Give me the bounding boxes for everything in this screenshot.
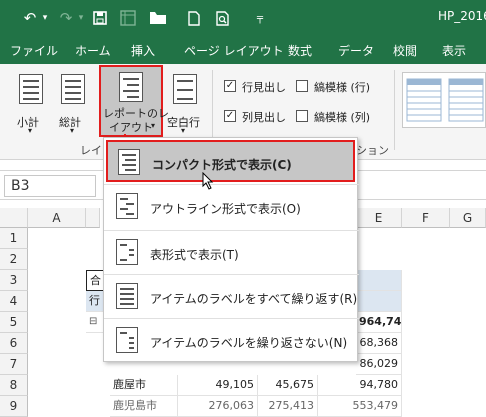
blank-rows-button[interactable]: 空白行 ▾ — [165, 70, 205, 135]
tab-file[interactable]: ファイル — [10, 42, 58, 59]
menu-divider — [104, 274, 359, 275]
chevron-down-icon: ▾ — [28, 126, 33, 135]
chevron-down-icon: ▾ — [181, 126, 186, 135]
tab-data[interactable]: データ — [338, 42, 374, 59]
column-headers-checkbox[interactable]: ✓ — [224, 110, 236, 122]
cell-b8[interactable]: 鹿屋市 — [110, 375, 178, 396]
row-header-7[interactable]: 7 — [0, 354, 28, 375]
menu-item-label: コンパクト形式で表示(C) — [152, 158, 292, 172]
menu-item-outline-form[interactable]: アウトライン形式で表示(O) — [106, 186, 355, 228]
row-header-8[interactable]: 8 — [0, 375, 28, 396]
cell-d9[interactable]: 275,413 — [258, 396, 318, 417]
column-header-f[interactable]: F — [402, 208, 450, 228]
undo-dropdown-icon[interactable]: ▾ — [40, 8, 50, 28]
report-layout-icon — [119, 72, 143, 102]
row-headers-checkbox[interactable]: ✓ — [224, 80, 236, 92]
cell-e6[interactable]: 68,368 — [356, 333, 402, 354]
column-header-a[interactable]: A — [28, 208, 86, 228]
pivot-table-icon[interactable] — [118, 8, 138, 28]
row-headers-label: 行見出し — [242, 81, 286, 94]
repeat-labels-icon — [116, 283, 138, 309]
cell-b9[interactable]: 鹿児島市 — [110, 396, 178, 417]
menu-item-compact-form[interactable]: コンパクト形式で表示(C) — [106, 140, 355, 182]
ribbon-separator — [394, 70, 395, 150]
tabular-form-icon — [116, 239, 138, 265]
row-header-2[interactable]: 2 — [0, 249, 28, 270]
redo-icon[interactable]: ↷ — [56, 8, 76, 28]
app-title: HP_2016 — [438, 9, 486, 23]
cell-e5[interactable]: 964,748 — [356, 312, 402, 333]
pivot-style-thumbnail-icon — [406, 78, 484, 122]
save-icon[interactable] — [92, 8, 108, 28]
row-header-3[interactable]: 3 — [0, 270, 28, 291]
row-header-4[interactable]: 4 — [0, 291, 28, 312]
select-all-corner[interactable] — [0, 208, 28, 228]
menu-item-tabular-form[interactable]: 表形式で表示(T) — [106, 232, 355, 274]
row-header-9[interactable]: 9 — [0, 396, 28, 417]
menu-item-label: 表形式で表示(T) — [150, 248, 239, 262]
tab-view[interactable]: 表示 — [442, 42, 466, 59]
menu-divider — [104, 230, 359, 231]
banded-rows-checkbox[interactable] — [296, 80, 308, 92]
menu-divider — [104, 184, 359, 185]
title-bar: ↶ ▾ ↷ ▾ ╤ HP_2016 — [0, 0, 486, 36]
menu-item-label: アイテムのラベルをすべて繰り返す(R) — [150, 292, 358, 306]
column-header-b[interactable] — [86, 208, 100, 228]
undo-icon[interactable]: ↶ — [20, 8, 40, 28]
cell-e8[interactable]: 94,780 — [318, 375, 402, 396]
layout-group-label: レイ — [80, 144, 102, 157]
subtotal-button[interactable]: 小計 ▾ — [14, 70, 48, 135]
tab-formulas[interactable]: 数式 — [288, 42, 312, 59]
tab-insert[interactable]: 挿入 — [131, 42, 155, 59]
grand-total-button[interactable]: 総計 ▾ — [56, 70, 90, 135]
new-document-icon[interactable] — [186, 8, 202, 28]
banded-rows-label: 縞模様 (行) — [314, 81, 371, 94]
chevron-down-icon: ▾ — [151, 121, 156, 130]
row-header-6[interactable]: 6 — [0, 333, 28, 354]
column-header-e[interactable]: E — [356, 208, 402, 228]
column-headers-label: 列見出し — [242, 111, 286, 124]
menu-item-label: アイテムのラベルを繰り返さない(N) — [150, 336, 348, 350]
tab-review[interactable]: 校閲 — [393, 42, 417, 59]
pivot-style-gallery[interactable] — [402, 72, 486, 128]
report-layout-menu: コンパクト形式で表示(C) アウトライン形式で表示(O) 表形式で表示(T) ア… — [103, 137, 359, 362]
customize-toolbar-icon[interactable]: ╤ — [254, 8, 266, 28]
cell-e7[interactable]: 86,029 — [356, 354, 402, 375]
cell-d8[interactable]: 45,675 — [258, 375, 318, 396]
style-options-group-label: ション — [356, 144, 389, 157]
menu-bar: ファイル ホーム 挿入 ページ レイアウト 数式 データ 校閲 表示 — [0, 36, 486, 64]
redo-dropdown-icon[interactable]: ▾ — [76, 8, 86, 28]
cell-e9[interactable]: 553,479 — [318, 396, 402, 417]
banded-columns-checkbox[interactable] — [296, 110, 308, 122]
menu-divider — [104, 318, 359, 319]
menu-item-no-repeat-labels[interactable]: アイテムのラベルを繰り返さない(N) — [106, 320, 355, 362]
subtotal-icon — [19, 74, 43, 104]
folder-icon[interactable] — [148, 8, 168, 28]
print-preview-icon[interactable] — [214, 8, 232, 28]
cell-c8[interactable]: 49,105 — [178, 375, 258, 396]
report-layout-button[interactable]: レポートのレ イアウト ▾ — [99, 65, 169, 137]
row-header-5[interactable]: 5 — [0, 312, 28, 333]
cell-c9[interactable]: 276,063 — [178, 396, 258, 417]
tab-home[interactable]: ホーム — [75, 42, 111, 59]
menu-item-label: アウトライン形式で表示(O) — [150, 202, 301, 216]
grand-total-icon — [61, 74, 85, 104]
cell-e3[interactable] — [356, 270, 402, 291]
compact-form-icon — [118, 149, 140, 175]
row-header-1[interactable]: 1 — [0, 228, 28, 249]
report-layout-label-2: イアウト — [109, 121, 153, 134]
outline-form-icon — [116, 193, 138, 219]
mouse-cursor-icon — [202, 172, 214, 190]
banded-columns-label: 縞模様 (列) — [314, 111, 371, 124]
tab-page-layout[interactable]: ページ レイアウト — [184, 42, 284, 59]
column-header-g[interactable]: G — [450, 208, 486, 228]
chevron-down-icon: ▾ — [70, 126, 75, 135]
blank-rows-icon — [173, 74, 197, 104]
no-repeat-labels-icon — [116, 327, 138, 353]
menu-item-repeat-labels[interactable]: アイテムのラベルをすべて繰り返す(R) — [106, 276, 358, 318]
name-box[interactable]: B3 — [4, 175, 96, 197]
cell-e4[interactable] — [356, 291, 402, 312]
